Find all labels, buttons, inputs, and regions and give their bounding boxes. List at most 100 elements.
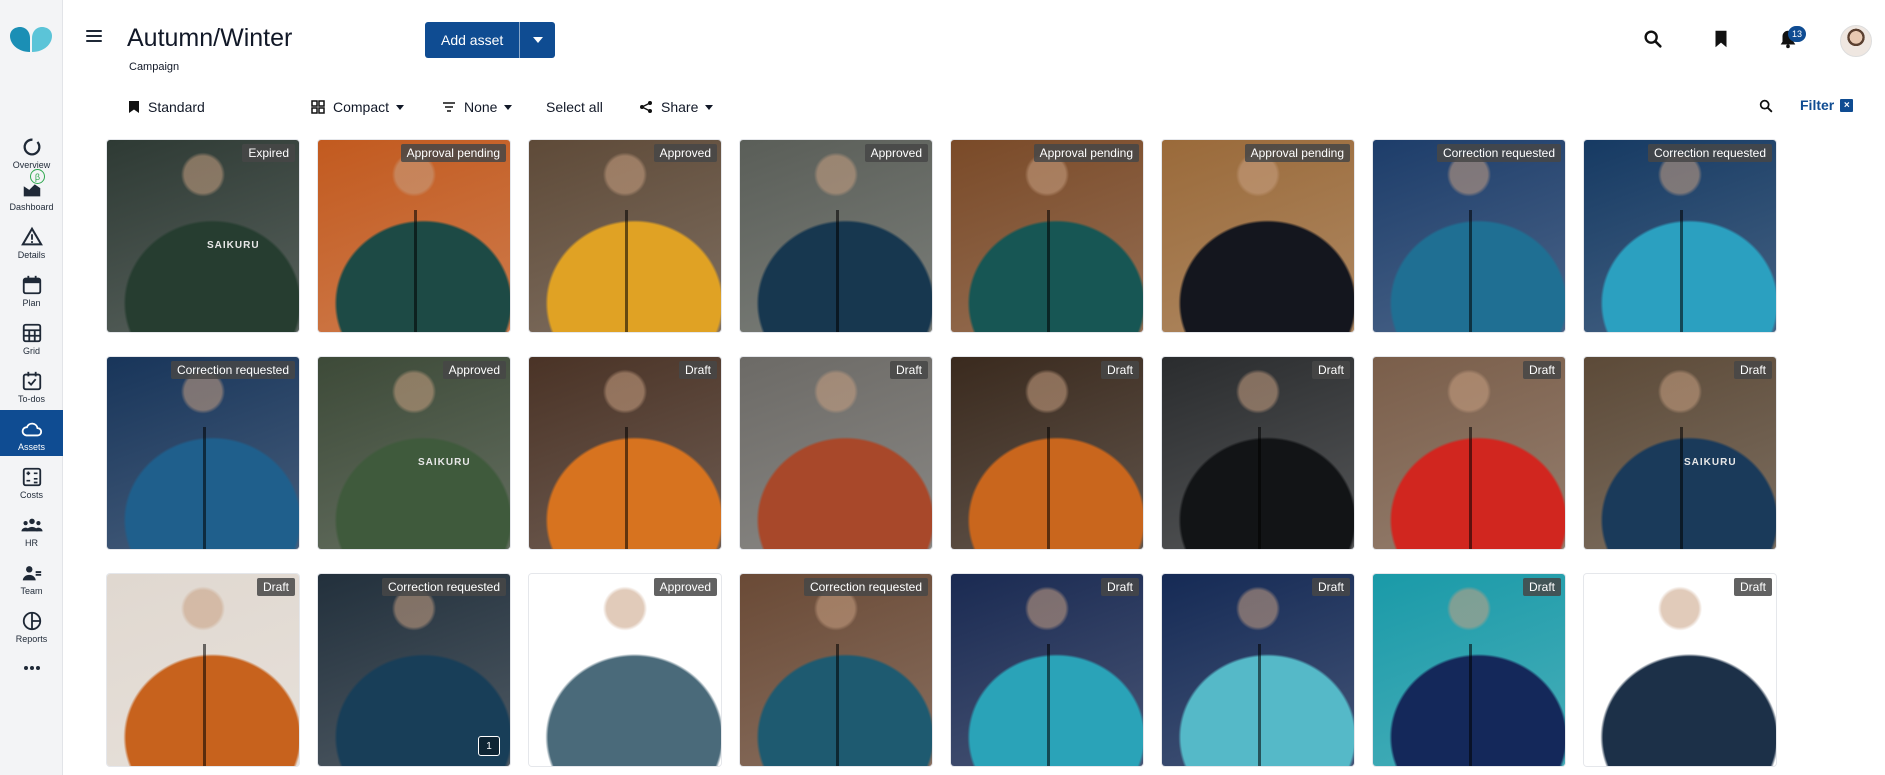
- avatar[interactable]: [1840, 25, 1872, 57]
- zipper: [625, 427, 628, 549]
- team-icon: [22, 566, 41, 581]
- zipper: [203, 644, 206, 766]
- more-icon[interactable]: [0, 658, 63, 678]
- status-badge: Correction requested: [1647, 144, 1772, 162]
- comment-icon[interactable]: 1: [478, 736, 500, 756]
- sidebar-item-overview[interactable]: Overview: [0, 128, 63, 174]
- status-badge: Approved: [442, 361, 506, 379]
- sidebar-item-label: Overview: [12, 160, 51, 170]
- sidebar-item-label: Dashboard: [9, 202, 54, 212]
- sidebar-item-grid[interactable]: Grid: [0, 314, 63, 360]
- asset-tile[interactable]: Draft: [1584, 574, 1776, 766]
- status-badge: Correction requested: [381, 578, 506, 596]
- add-asset-dropdown[interactable]: [520, 22, 555, 58]
- status-badge: Draft: [889, 361, 928, 379]
- filter-label: Filter: [1800, 97, 1835, 113]
- asset-tile[interactable]: SAIKURU Expired: [107, 140, 299, 332]
- asset-tile[interactable]: Correction requested: [107, 357, 299, 549]
- asset-tile[interactable]: Approved: [529, 574, 721, 766]
- status-badge: Draft: [256, 578, 295, 596]
- sidebar: Overview β Dashboard Details Plan Grid T…: [0, 0, 63, 775]
- status-badge: Draft: [1522, 578, 1561, 596]
- asset-tile[interactable]: Correction requested 1: [318, 574, 510, 766]
- share-button[interactable]: Share: [639, 97, 714, 117]
- status-badge: Approved: [864, 144, 928, 162]
- sidebar-item-todos[interactable]: To-dos: [0, 362, 63, 408]
- sidebar-item-details[interactable]: Details: [0, 218, 63, 264]
- asset-tile[interactable]: Draft: [1162, 574, 1354, 766]
- zipper: [1469, 427, 1472, 549]
- layout-grid-icon: [311, 100, 325, 114]
- search-icon[interactable]: [1758, 98, 1774, 114]
- asset-thumbnail: [318, 357, 510, 549]
- group-selector[interactable]: None: [442, 97, 513, 117]
- asset-tile[interactable]: SAIKURU Draft: [1584, 357, 1776, 549]
- asset-tile[interactable]: Draft: [1162, 357, 1354, 549]
- bookmark-icon[interactable]: [1710, 28, 1732, 50]
- share-label: Share: [661, 99, 699, 115]
- view-selector[interactable]: Standard: [128, 97, 205, 117]
- zipper: [625, 210, 628, 332]
- view-label: Standard: [148, 99, 205, 115]
- zipper: [203, 427, 206, 549]
- asset-thumbnail: [529, 574, 721, 766]
- status-badge: Draft: [1311, 578, 1350, 596]
- status-badge: Draft: [1311, 361, 1350, 379]
- layout-label: Compact: [333, 99, 390, 115]
- sidebar-item-reports[interactable]: Reports: [0, 602, 63, 648]
- asset-tile[interactable]: Draft: [1373, 574, 1565, 766]
- asset-tile[interactable]: Draft: [529, 357, 721, 549]
- layout-selector[interactable]: Compact: [311, 97, 405, 117]
- asset-tile[interactable]: Approval pending: [951, 140, 1143, 332]
- menu-icon[interactable]: [86, 30, 102, 44]
- sort-icon: [443, 102, 455, 112]
- status-badge: Correction requested: [803, 578, 928, 596]
- calculator-icon: [22, 467, 41, 487]
- asset-tile[interactable]: Draft: [951, 357, 1143, 549]
- status-badge: Draft: [1733, 361, 1772, 379]
- group-label: None: [464, 99, 498, 115]
- filter-button[interactable]: Filter ×: [1800, 97, 1854, 113]
- bookmark-icon: [129, 101, 139, 113]
- status-badge: Expired: [242, 144, 295, 162]
- app-logo[interactable]: [8, 24, 54, 56]
- clear-filter-icon[interactable]: ×: [1840, 98, 1854, 112]
- sidebar-item-label: Costs: [19, 490, 43, 500]
- zipper: [836, 644, 839, 766]
- asset-tile[interactable]: Draft: [951, 574, 1143, 766]
- add-asset-button[interactable]: Add asset: [425, 22, 556, 58]
- asset-tile[interactable]: Correction requested: [740, 574, 932, 766]
- sidebar-item-assets[interactable]: Assets: [0, 410, 63, 456]
- asset-tile[interactable]: Draft: [107, 574, 299, 766]
- sidebar-item-dashboard[interactable]: Dashboard: [0, 170, 63, 216]
- asset-tile[interactable]: Approval pending: [318, 140, 510, 332]
- sidebar-item-label: Team: [20, 586, 43, 596]
- notification-badge: 13: [1788, 26, 1806, 42]
- asset-tile[interactable]: Approval pending: [1162, 140, 1354, 332]
- page-subtitle: Campaign: [129, 61, 180, 73]
- sidebar-item-label: To-dos: [17, 394, 45, 404]
- sidebar-item-plan[interactable]: Plan: [0, 266, 63, 312]
- zipper: [1258, 427, 1261, 549]
- asset-thumbnail: [1584, 574, 1776, 766]
- sidebar-item-team[interactable]: Team: [0, 554, 63, 600]
- add-asset-label[interactable]: Add asset: [425, 22, 521, 58]
- sidebar-item-costs[interactable]: Costs: [0, 458, 63, 504]
- calendar-icon: [22, 275, 41, 295]
- asset-tile[interactable]: Approved: [740, 140, 932, 332]
- search-icon[interactable]: [1642, 28, 1664, 50]
- asset-tile[interactable]: Correction requested: [1373, 140, 1565, 332]
- asset-tile[interactable]: Draft: [740, 357, 932, 549]
- brand-print: SAIKURU: [207, 240, 260, 251]
- select-all-label: Select all: [546, 99, 603, 115]
- zipper: [1258, 644, 1261, 766]
- select-all-button[interactable]: Select all: [546, 97, 603, 117]
- asset-tile[interactable]: Approved: [529, 140, 721, 332]
- asset-tile[interactable]: Correction requested: [1584, 140, 1776, 332]
- brand-print: SAIKURU: [1684, 457, 1737, 468]
- chevron-down-icon: [396, 104, 405, 110]
- chevron-down-icon: [504, 104, 513, 110]
- sidebar-item-hr[interactable]: HR: [0, 506, 63, 552]
- asset-tile[interactable]: Draft: [1373, 357, 1565, 549]
- asset-tile[interactable]: SAIKURU Approved: [318, 357, 510, 549]
